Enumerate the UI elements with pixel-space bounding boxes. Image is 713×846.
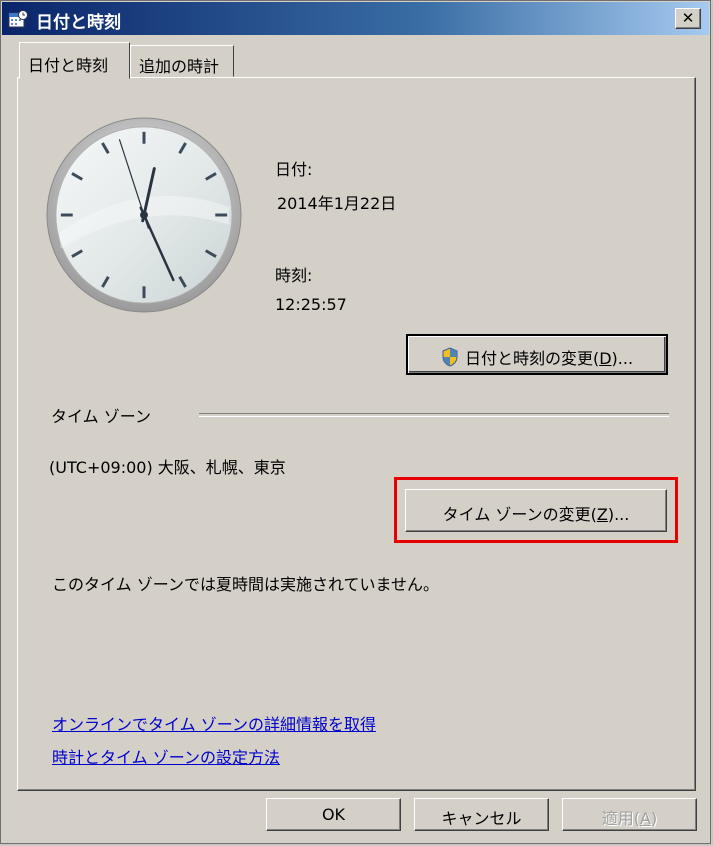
- date-value: 2014年1月22日: [277, 194, 397, 213]
- ok-button[interactable]: OK: [266, 798, 401, 831]
- apply-button[interactable]: 適用(A): [562, 798, 697, 831]
- timezone-group-label: タイム ゾーン: [51, 407, 151, 426]
- tab-date-time[interactable]: 日付と時刻: [19, 42, 130, 79]
- calendar-clock-icon: [8, 10, 28, 28]
- link-clock-timezone-help[interactable]: 時計とタイム ゾーンの設定方法: [52, 744, 280, 768]
- title-bar[interactable]: 日付と時刻 ✕: [2, 2, 709, 35]
- apply-label: 適用(: [601, 809, 641, 828]
- apply-accel: A: [640, 809, 651, 828]
- uac-shield-icon: [442, 347, 458, 367]
- time-label: 時刻:: [275, 266, 313, 285]
- tab-additional-clocks[interactable]: 追加の時計: [130, 45, 234, 77]
- close-button[interactable]: ✕: [675, 8, 701, 29]
- analog-clock: [46, 117, 242, 313]
- window-title: 日付と時刻: [36, 13, 121, 33]
- apply-suffix: ): [650, 809, 658, 828]
- date-label: 日付:: [275, 160, 313, 179]
- change-date-time-accel: D: [599, 349, 612, 368]
- clock-center-cap: [140, 211, 148, 219]
- change-date-time-suffix: )...: [611, 349, 634, 368]
- dst-note: このタイム ゾーンでは夏時間は実施されていません。: [52, 575, 440, 594]
- time-value: 12:25:57: [275, 295, 347, 314]
- link-timezone-info-online[interactable]: オンラインでタイム ゾーンの詳細情報を取得: [52, 711, 376, 735]
- cancel-button[interactable]: キャンセル: [414, 798, 549, 831]
- highlight-box: [394, 477, 678, 543]
- change-date-time-label: 日付と時刻の変更(: [464, 349, 600, 368]
- change-date-time-button[interactable]: 日付と時刻の変更(D)...: [406, 334, 668, 375]
- timezone-separator: [199, 413, 669, 417]
- current-timezone: (UTC+09:00) 大阪、札幌、東京: [49, 458, 286, 477]
- date-time-dialog: 日付と時刻 ✕ 日付と時刻 追加の時計 日付: 2014年1月22日 時刻: 1…: [0, 0, 711, 844]
